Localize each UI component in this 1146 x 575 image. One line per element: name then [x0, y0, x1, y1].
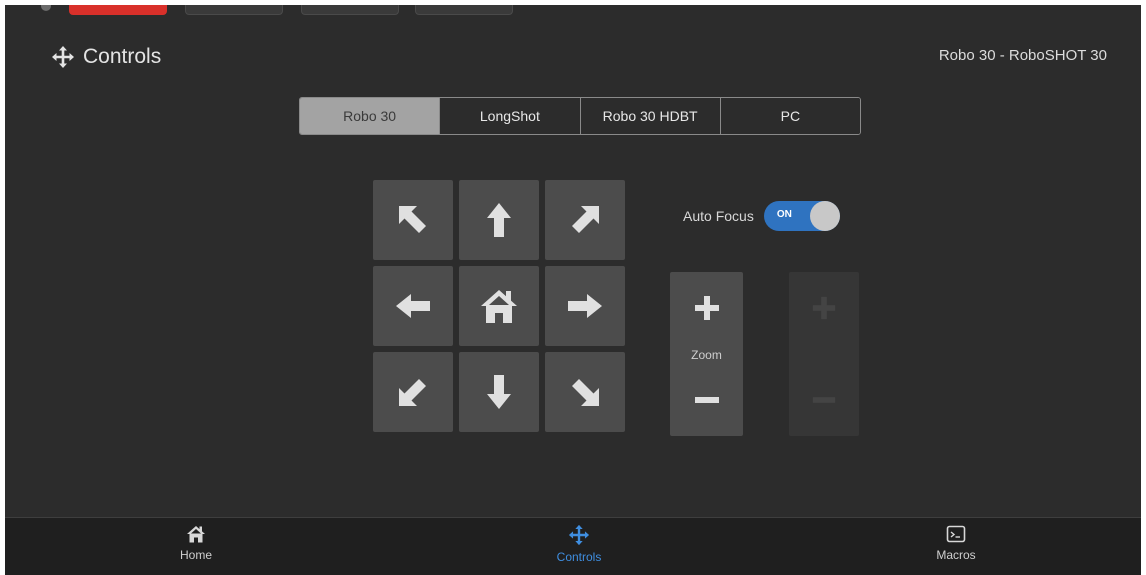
toggle-state-text: ON — [776, 209, 792, 220]
plus-icon — [694, 296, 719, 320]
tilt-up-button[interactable] — [459, 180, 539, 260]
home-position-button[interactable] — [459, 266, 539, 346]
top-button-strip — [5, 5, 1141, 15]
nav-controls-label: Controls — [556, 550, 602, 564]
top-button-2[interactable] — [185, 5, 283, 15]
tab-longshot[interactable]: LongShot — [440, 98, 581, 134]
pan-right-button[interactable] — [545, 266, 625, 346]
page-title-text: Controls — [83, 45, 162, 68]
move-arrows-icon — [52, 46, 74, 68]
top-button-3[interactable] — [301, 5, 399, 15]
auto-focus-control: Auto Focus ON — [683, 201, 840, 231]
tab-robo-30-hdbt[interactable]: Robo 30 HDBT — [580, 98, 721, 134]
focus-near-button — [789, 278, 859, 338]
arrow-up-icon — [487, 203, 511, 237]
bottom-nav: Home Controls Macros — [5, 517, 1141, 575]
arrow-down-right-icon — [572, 379, 599, 406]
zoom-in-button[interactable] — [670, 278, 743, 338]
arrow-left-icon — [396, 294, 430, 318]
minus-icon — [694, 397, 719, 403]
arrow-right-icon — [568, 294, 602, 318]
zoom-label: Zoom — [691, 348, 722, 362]
pan-down-right-button[interactable] — [545, 352, 625, 432]
tab-pc[interactable]: PC — [720, 98, 860, 134]
tab-robo-30[interactable]: Robo 30 — [300, 98, 441, 134]
arrow-up-left-icon — [399, 206, 426, 233]
nav-macros[interactable]: Macros — [896, 524, 1016, 562]
app-frame: Controls Robo 30 - RoboSHOT 30 Robo 30 L… — [5, 5, 1141, 575]
pan-up-left-button[interactable] — [373, 180, 453, 260]
nav-home[interactable]: Home — [136, 524, 256, 562]
device-name: Robo 30 - RoboSHOT 30 — [938, 47, 1107, 64]
pan-down-left-button[interactable] — [373, 352, 453, 432]
zoom-out-button[interactable] — [670, 370, 743, 430]
top-red-button[interactable] — [69, 5, 167, 15]
top-button-4[interactable] — [415, 5, 513, 15]
tilt-down-button[interactable] — [459, 352, 539, 432]
nav-macros-label: Macros — [936, 548, 976, 562]
camera-tabs: Robo 30 LongShot Robo 30 HDBT PC — [299, 97, 861, 135]
nav-home-label: Home — [179, 548, 212, 562]
arrow-up-right-icon — [572, 206, 599, 233]
auto-focus-label: Auto Focus — [683, 208, 754, 224]
arrow-down-icon — [487, 375, 511, 409]
auto-focus-toggle[interactable]: ON — [763, 201, 840, 231]
focus-far-button — [789, 370, 859, 430]
toggle-knob — [809, 201, 840, 231]
plus-icon — [812, 296, 836, 320]
home-icon — [187, 526, 205, 543]
arrow-down-left-icon — [399, 379, 426, 406]
nav-controls[interactable]: Controls — [519, 524, 639, 564]
terminal-icon — [946, 525, 966, 543]
pan-left-button[interactable] — [373, 266, 453, 346]
pan-up-right-button[interactable] — [545, 180, 625, 260]
page-title: Controls — [51, 45, 161, 69]
manual-focus-control — [789, 272, 859, 436]
ptz-pad — [373, 180, 625, 432]
top-indicator-dot — [41, 5, 51, 11]
zoom-control: Zoom — [670, 272, 743, 436]
minus-icon — [812, 397, 836, 403]
move-arrows-icon — [568, 524, 590, 546]
home-icon — [481, 290, 517, 323]
